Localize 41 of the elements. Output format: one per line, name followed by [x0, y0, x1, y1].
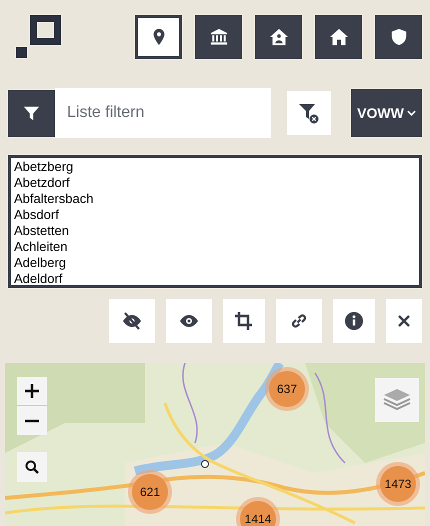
nav-button[interactable] — [195, 15, 242, 59]
map-search-button[interactable] — [17, 452, 47, 482]
list-item[interactable]: Abstetten — [14, 223, 416, 239]
filter-field[interactable]: Liste filtern — [55, 88, 271, 138]
search-icon — [25, 460, 39, 474]
nav-button[interactable] — [375, 15, 422, 59]
list-item[interactable]: Abetzdorf — [14, 175, 416, 191]
chevron-icon — [406, 110, 416, 116]
crop-button[interactable] — [223, 299, 265, 343]
region-dropdown[interactable]: VOWW — [351, 89, 422, 137]
logo-icon — [16, 15, 62, 59]
list-item[interactable]: Abetzberg — [14, 159, 416, 175]
hide-button[interactable] — [109, 299, 155, 343]
clear-filter-button[interactable] — [287, 91, 331, 135]
layers-button[interactable] — [375, 378, 419, 422]
info-button[interactable] — [333, 299, 375, 343]
crop-icon — [234, 311, 254, 331]
link-button[interactable] — [276, 299, 322, 343]
plus-icon — [25, 384, 39, 398]
home-icon — [330, 28, 348, 46]
layers-icon — [383, 388, 411, 412]
list-item[interactable]: Adelberg — [14, 255, 416, 271]
nav-button[interactable] — [135, 15, 182, 59]
nav-button[interactable] — [255, 15, 302, 59]
filter-button[interactable] — [8, 90, 55, 136]
list-item[interactable]: Adeldorf — [14, 271, 416, 285]
filter-clear-icon — [298, 102, 320, 124]
list-item[interactable]: Absdorf — [14, 207, 416, 223]
shield-icon — [390, 28, 408, 46]
house-person-icon — [270, 28, 288, 46]
filter-icon — [23, 104, 40, 122]
show-button[interactable] — [166, 299, 212, 343]
minus-icon — [25, 418, 39, 422]
close-button[interactable] — [386, 299, 422, 343]
place-list[interactable]: Abetzberg Abetzdorf Abfaltersbach Absdorf Abstetten Achleiten Adelberg Adeldorf — [8, 155, 422, 288]
bank-icon — [210, 28, 228, 46]
list-item[interactable]: Achleiten — [14, 239, 416, 255]
list-item[interactable]: Abfaltersbach — [14, 191, 416, 207]
nav-button[interactable] — [315, 15, 362, 59]
eye-slash-icon — [122, 311, 142, 331]
info-icon — [344, 311, 364, 331]
